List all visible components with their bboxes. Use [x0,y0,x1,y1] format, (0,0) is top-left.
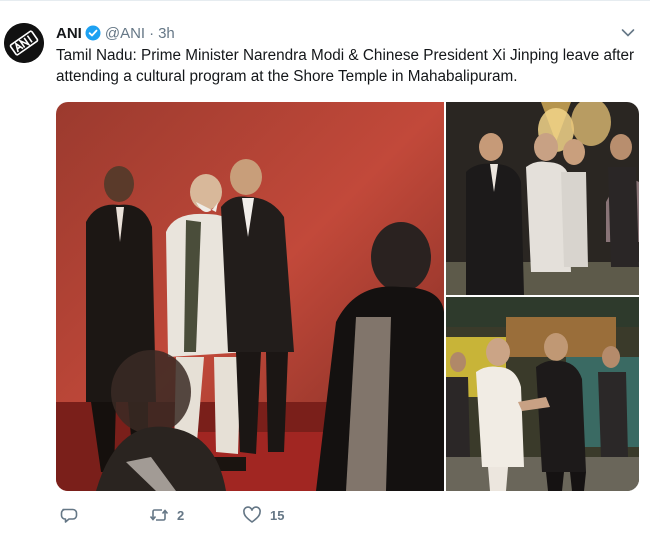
like-button[interactable]: 15 [242,505,284,525]
author-handle[interactable]: @ANI [105,25,145,42]
tweet-timestamp[interactable]: 3h [158,25,175,42]
retweet-button[interactable]: 2 [149,505,184,525]
retweet-icon [149,509,169,521]
tweet-text: Tamil Nadu: Prime Minister Narendra Modi… [56,47,635,85]
retweet-count: 2 [177,507,185,523]
tweet-card[interactable]: ANI @ANI · 3h Tamil Nadu: Prime Minister… [0,0,650,540]
chevron-down-icon[interactable] [621,28,635,38]
like-count: 15 [270,507,285,523]
heart-icon [243,506,261,523]
media-grid [56,102,639,491]
separator-dot: · [149,24,155,42]
tweet-header: ANI @ANI · 3h [56,23,175,43]
top-right-photo[interactable] [446,102,639,295]
verified-icon [85,25,101,41]
reply-button[interactable] [59,505,79,525]
main-photo[interactable] [56,102,444,491]
reply-icon [60,508,78,523]
bottom-right-photo[interactable] [446,297,639,491]
author-name[interactable]: ANI [56,25,82,42]
ani-logo [4,23,44,63]
avatar[interactable] [4,23,44,63]
